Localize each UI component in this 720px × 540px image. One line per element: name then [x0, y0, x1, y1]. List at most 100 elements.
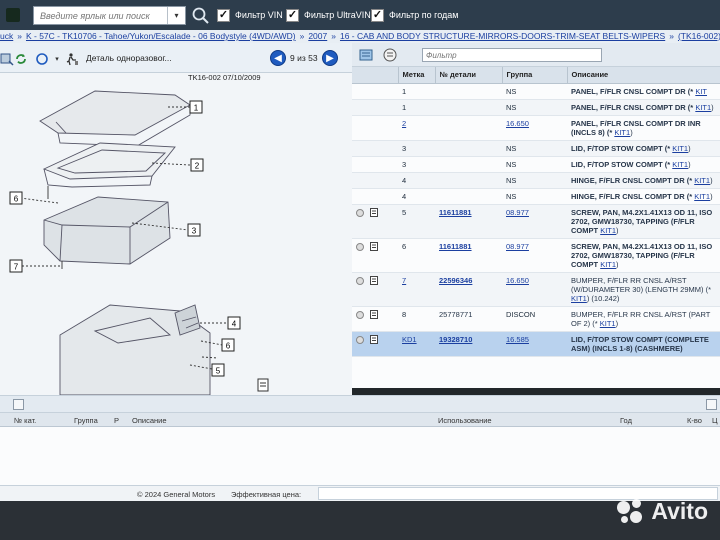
cell-label[interactable]: 2 [398, 115, 435, 141]
breadcrumb-item[interactable]: 16 - CAB AND BODY STRUCTURE-MIRRORS-DOOR… [340, 31, 665, 41]
breadcrumb-item[interactable]: (TK16-002) - 2007 [678, 31, 720, 41]
filter-year-checkbox[interactable]: ✓ Фильтр по годам [371, 7, 458, 23]
col-catalog-no[interactable]: № кат. [14, 416, 36, 425]
cell-part-number[interactable]: 22596346 [435, 272, 502, 307]
filter-vin-checkbox[interactable]: ✓ Фильтр VIN [217, 7, 283, 23]
cell-part-number[interactable]: 11611881 [435, 238, 502, 273]
note-icon[interactable] [370, 276, 378, 286]
checkbox-check[interactable]: ✓ [286, 8, 299, 22]
kit-link[interactable]: KIT [695, 87, 707, 96]
cell-label: 5 [398, 204, 435, 239]
expand-button[interactable] [706, 399, 717, 410]
table-row[interactable]: 4 NS HINGE, F/FLR CNSL COMPT DR (* KIT1) [352, 172, 720, 189]
info-icon[interactable] [356, 310, 364, 319]
table-row[interactable]: 8 25778771 DISCON BUMPER, F/FLR RR CNSL A/R… [352, 306, 720, 332]
note-icon[interactable] [370, 208, 378, 218]
table-row[interactable]: 5 11611881 08.977 SCREW, PAN, M4.2X1.41X13 … [352, 204, 720, 239]
cell-description: SCREW, PAN, M4.2X1.41X13 OD 11, ISO 2702… [567, 204, 720, 239]
note-icon[interactable] [370, 242, 378, 252]
table-row[interactable]: 6 11611881 08.977 SCREW, PAN, M4.2X1.41X13 … [352, 238, 720, 273]
cell-group[interactable]: 08.977 [502, 238, 567, 273]
breadcrumb-item[interactable]: K - 57C - TK10706 - Tahoe/Yukon/Escalade… [26, 31, 296, 41]
col-usage[interactable]: Использование [438, 416, 492, 425]
cell-part-number[interactable]: 19328710 [435, 331, 502, 357]
filter-input[interactable] [422, 48, 602, 62]
chevron-down-icon[interactable]: ▾ [50, 52, 64, 66]
cell-group[interactable]: 08.977 [502, 204, 567, 239]
cell-part-number[interactable]: 11611881 [435, 204, 502, 239]
table-row[interactable]: 1 NS PANEL, F/FLR CNSL COMPT DR (* KIT [352, 83, 720, 100]
col-qty[interactable]: К-во [687, 416, 702, 425]
cell-description: SCREW, PAN, M4.2X1.41X13 OD 11, ISO 2702… [567, 238, 720, 273]
kit-link[interactable]: KIT1 [571, 294, 587, 303]
col-group[interactable]: Группа [74, 416, 98, 425]
col-description[interactable]: Описание [567, 67, 720, 84]
table-row[interactable]: 4 NS HINGE, F/FLR CNSL COMPT DR (* KIT1) [352, 188, 720, 205]
kit-link[interactable]: KIT1 [600, 319, 616, 328]
col-price[interactable]: Ц [712, 416, 718, 425]
cell-group[interactable]: 16.650 [502, 115, 567, 141]
filter-ultravin-label: Фильтр UltraVIN [304, 10, 371, 20]
checkbox-check[interactable]: ✓ [217, 8, 230, 22]
description-suffix: ) [688, 159, 691, 169]
cell-part-number[interactable]: 25778771 [435, 306, 502, 332]
callout-label: 6 [14, 195, 19, 204]
collapse-button[interactable] [13, 399, 24, 410]
col-p[interactable]: P [114, 416, 119, 425]
refresh-icon[interactable] [14, 52, 28, 66]
avito-watermark: Avito [617, 498, 708, 525]
kit-link[interactable]: KIT1 [614, 128, 630, 137]
cell-label[interactable]: KD1 [398, 331, 435, 357]
search-input[interactable] [34, 7, 167, 24]
exploded-view-illustration: 1 2 3 4 5 6 6 7 [9, 90, 269, 395]
col-part-number[interactable]: № детали [435, 67, 503, 84]
cell-group[interactable]: 16.650 [502, 272, 567, 307]
info-icon[interactable] [356, 242, 364, 251]
kit-link[interactable]: KIT1 [600, 260, 616, 269]
cell-label[interactable]: 7 [398, 272, 435, 307]
list-view-icon[interactable] [382, 47, 398, 63]
catalog-icon[interactable] [358, 47, 374, 63]
recycle-bin-icon[interactable] [65, 52, 79, 66]
table-row[interactable]: KD1 19328710 16.585 LID, F/TOP STOW COMPT (… [352, 331, 720, 357]
table-row[interactable]: 2 16.650 PANEL, F/FLR CNSL COMPT DR INR (I… [352, 115, 720, 141]
note-icon[interactable] [370, 310, 378, 320]
chevron-down-icon[interactable]: ▾ [167, 7, 185, 24]
next-page-button[interactable]: ▶ [322, 50, 338, 66]
kit-link[interactable]: KIT1 [695, 103, 711, 112]
search-combobox[interactable]: ▾ [33, 6, 186, 25]
kit-link[interactable]: KIT1 [672, 144, 688, 153]
kit-link[interactable]: KIT1 [694, 192, 710, 201]
save-diagram-icon[interactable] [257, 378, 269, 392]
zoom-icon[interactable] [0, 52, 14, 66]
col-description[interactable]: Описание [132, 416, 167, 425]
breadcrumb-item[interactable]: 2007 [308, 31, 327, 41]
table-row[interactable]: 7 22596346 16.650 BUMPER, F/FLR RR CNSL A/R… [352, 272, 720, 307]
description-text: PANEL, F/FLR CNSL COMPT DR (* [571, 102, 694, 112]
cell-group: NS [502, 99, 567, 116]
row-actions [352, 306, 398, 332]
circle-select-icon[interactable] [35, 52, 49, 66]
info-icon[interactable] [356, 276, 364, 285]
kit-link[interactable]: KIT1 [694, 176, 710, 185]
col-year[interactable]: Год [620, 416, 632, 425]
col-label[interactable]: Метка [398, 67, 436, 84]
table-row[interactable]: 3 NS LID, F/TOP STOW COMPT (* KIT1) [352, 156, 720, 173]
table-row[interactable]: 3 NS LID, F/TOP STOW COMPT (* KIT1) [352, 140, 720, 157]
prev-page-button[interactable]: ◀ [270, 50, 286, 66]
row-actions [352, 204, 398, 239]
info-icon[interactable] [356, 335, 364, 344]
search-icon[interactable] [191, 6, 210, 25]
checkbox-check[interactable]: ✓ [371, 8, 384, 22]
cell-part-number [435, 140, 502, 157]
col-group[interactable]: Группа [502, 67, 568, 84]
cell-group[interactable]: 16.585 [502, 331, 567, 357]
breadcrumb-item[interactable]: uck [0, 31, 13, 41]
kit-link[interactable]: KIT1 [600, 226, 616, 235]
note-icon[interactable] [370, 335, 378, 345]
table-header-row: Метка № детали Группа Описание [352, 67, 720, 84]
filter-ultravin-checkbox[interactable]: ✓ Фильтр UltraVIN [286, 7, 371, 23]
kit-link[interactable]: KIT1 [672, 160, 688, 169]
table-row[interactable]: 1 NS PANEL, F/FLR CNSL COMPT DR (* KIT1) [352, 99, 720, 116]
info-icon[interactable] [356, 208, 364, 217]
